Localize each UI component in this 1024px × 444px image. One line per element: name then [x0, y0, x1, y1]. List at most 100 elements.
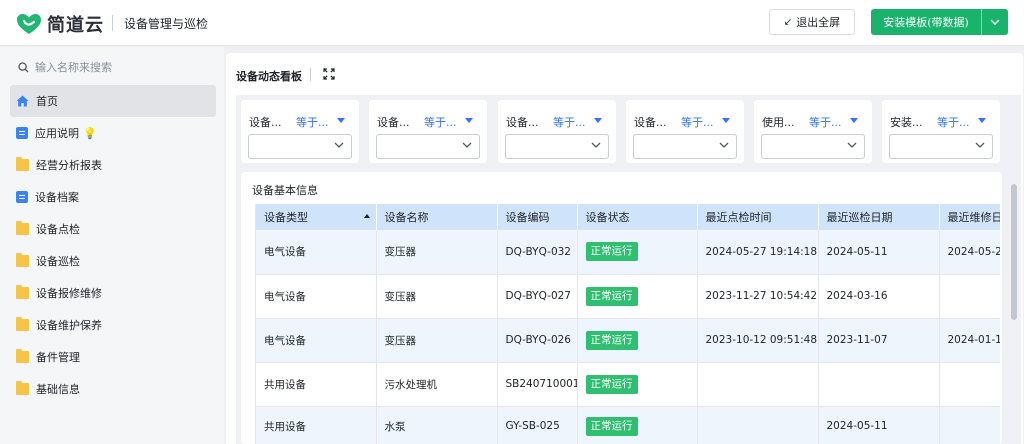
sidebar-item-home[interactable]: 首页: [10, 85, 216, 117]
filter-card: 使用... 等于...: [754, 100, 872, 163]
filter-operator[interactable]: 等于...: [553, 114, 586, 130]
folder-icon: [16, 285, 29, 299]
table-cell: 2024-05-11: [818, 406, 940, 444]
status-badge: 正常运行: [585, 374, 638, 394]
caret-down-icon[interactable]: [978, 118, 986, 123]
column-header[interactable]: 最近维修日期: [939, 204, 1000, 230]
sidebar-item-label: 设备巡检: [36, 255, 80, 268]
filter-card: 安装... 等于...: [882, 100, 1000, 163]
column-header[interactable]: 设备编码: [497, 204, 578, 230]
caret-down-icon[interactable]: [594, 118, 602, 123]
status-badge: 正常运行: [585, 416, 638, 436]
caret-down-icon[interactable]: [722, 118, 730, 123]
column-header[interactable]: 设备类型: [256, 204, 377, 230]
filter-operator[interactable]: 等于...: [681, 114, 714, 130]
sidebar-item-basic-info[interactable]: 基础信息: [10, 373, 216, 405]
search-input[interactable]: 输入名称来搜索: [18, 59, 112, 75]
table-cell: 2024-03-16: [818, 274, 940, 319]
sidebar-item-business-reports[interactable]: 经营分析报表: [10, 149, 216, 181]
column-header[interactable]: 设备状态: [577, 204, 698, 230]
status-badge: 正常运行: [585, 242, 638, 262]
logo-text: 简道云: [47, 15, 104, 36]
filter-select[interactable]: [889, 134, 993, 159]
chevron-down-icon: [990, 19, 1000, 25]
filter-operator[interactable]: 等于...: [296, 114, 329, 130]
chevron-down-icon: [975, 142, 985, 148]
vertical-scrollbar[interactable]: [1011, 184, 1017, 320]
dashboard-content: 设备... 等于... 设备... 等于... 设备... 等于... 设备..…: [236, 95, 1021, 444]
home-icon: [16, 95, 29, 107]
search-icon: [18, 61, 29, 72]
header-divider: [112, 15, 113, 31]
install-template-button[interactable]: 安装模板(带数据): [871, 9, 982, 35]
table-cell: DQ-BYQ-027: [497, 274, 578, 319]
sidebar-item-spot-check[interactable]: 设备点检: [10, 213, 216, 245]
status-badge: 正常运行: [585, 286, 638, 306]
table-cell: 2023-11-27 10:54:42: [697, 274, 819, 319]
filter-select[interactable]: [633, 134, 737, 159]
filter-field-label: 设备...: [634, 116, 667, 129]
table-row[interactable]: 共用设备 水泵 GY-SB-025 正常运行 2024-05-11: [256, 406, 1000, 444]
caret-down-icon[interactable]: [465, 118, 473, 123]
table-cell: 2024-05-11: [818, 230, 940, 275]
sidebar-item-app-guide[interactable]: 应用说明 💡: [10, 117, 216, 149]
install-dropdown-button[interactable]: [982, 9, 1008, 35]
table-cell: 2024-05-2: [939, 230, 1000, 275]
filter-operator[interactable]: 等于...: [937, 114, 970, 130]
sidebar-item-label: 设备点检: [36, 223, 80, 236]
equipment-table-card: 设备基本信息 设备类型 设备名称 设备编码 设备状态 最近点检时间 最近巡检日期: [241, 172, 1002, 444]
chevron-down-icon: [462, 142, 472, 148]
table-row[interactable]: 电气设备 变压器 DQ-BYQ-032 正常运行 2024-05-27 19:1…: [256, 230, 1000, 275]
sidebar-item-label: 应用说明: [35, 127, 79, 140]
fullscreen-icon[interactable]: [323, 68, 335, 80]
table-cell: 电气设备: [256, 274, 377, 319]
top-header: 简道云 设备管理与巡检 ↙ 退出全屏 安装模板(带数据): [0, 0, 1024, 46]
exit-fullscreen-button[interactable]: ↙ 退出全屏: [769, 9, 855, 35]
filter-operator[interactable]: 等于...: [809, 114, 842, 130]
sidebar-item-maintenance[interactable]: 设备维护保养: [10, 309, 216, 341]
logo[interactable]: 简道云: [16, 11, 104, 37]
sidebar-nav: 首页 应用说明 💡 经营分析报表 设备档案 设备点检 设备巡检 设备报修维修 设…: [10, 85, 216, 405]
table-row[interactable]: 电气设备 变压器 DQ-BYQ-027 正常运行 2023-11-27 10:5…: [256, 274, 1000, 319]
column-header[interactable]: 设备名称: [376, 204, 498, 230]
folder-icon: [16, 381, 29, 395]
filter-field-label: 设备...: [249, 116, 282, 129]
table-cell: GY-SB-025: [497, 406, 578, 444]
filter-select[interactable]: [376, 134, 480, 159]
table-cell: 共用设备: [256, 362, 377, 407]
table-row[interactable]: 共用设备 污水处理机 SB240710001 正常运行: [256, 362, 1000, 407]
install-template-button-group: 安装模板(带数据): [871, 9, 1008, 35]
sidebar-item-repair[interactable]: 设备报修维修: [10, 277, 216, 309]
page-title: 设备动态看板: [236, 70, 302, 83]
doc-icon: [16, 191, 28, 203]
filter-field-label: 设备...: [377, 116, 410, 129]
caret-down-icon[interactable]: [337, 118, 345, 123]
sidebar-item-label: 备件管理: [36, 351, 80, 364]
filter-card: 设备... 等于...: [369, 100, 487, 163]
table-cell: 2023-11-07: [818, 318, 940, 363]
filter-operator[interactable]: 等于...: [424, 114, 457, 130]
sort-icon[interactable]: [363, 214, 370, 218]
column-header[interactable]: 最近巡检日期: [818, 204, 940, 230]
table-row[interactable]: 电气设备 变压器 DQ-BYQ-026 正常运行 2023-10-12 09:5…: [256, 318, 1000, 363]
table-cell: 正常运行: [577, 274, 698, 319]
title-divider: [310, 68, 311, 81]
folder-icon: [16, 157, 29, 171]
table-cell: 变压器: [376, 318, 498, 363]
column-header[interactable]: 最近点检时间: [697, 204, 819, 230]
sidebar-item-patrol[interactable]: 设备巡检: [10, 245, 216, 277]
filter-card: 设备... 等于...: [241, 100, 359, 163]
table-cell: [818, 362, 940, 407]
chevron-down-icon: [719, 142, 729, 148]
table-cell: [939, 362, 1000, 407]
sidebar-item-equipment-archive[interactable]: 设备档案: [10, 181, 216, 213]
table-title: 设备基本信息: [252, 184, 318, 197]
filter-select[interactable]: [505, 134, 609, 159]
sidebar-item-spare-parts[interactable]: 备件管理: [10, 341, 216, 373]
filter-select[interactable]: [761, 134, 865, 159]
table-cell: 正常运行: [577, 362, 698, 407]
caret-down-icon[interactable]: [850, 118, 858, 123]
table-cell: 正常运行: [577, 230, 698, 275]
filter-select[interactable]: [248, 134, 352, 159]
folder-icon: [16, 221, 29, 235]
